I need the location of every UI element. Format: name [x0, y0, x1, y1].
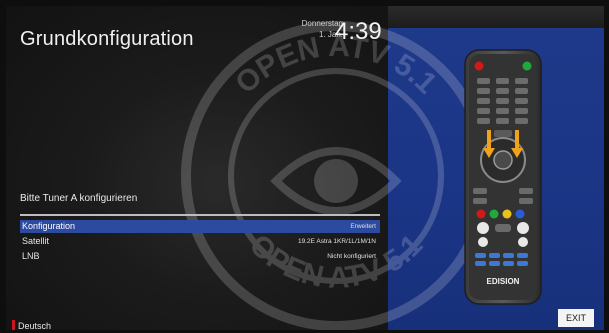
weekday-label: Donnerstag [301, 19, 343, 28]
language-button[interactable]: Deutsch [18, 321, 51, 330]
date-display: Donnerstag 1. Jan. [271, 18, 343, 40]
page-title: Grundkonfiguration [20, 28, 194, 50]
row-value: 19.2E Astra 1KR/1L/1M/1N [297, 238, 376, 245]
config-row-konfiguration[interactable]: Konfiguration Erweitert [20, 220, 380, 233]
row-label: LNB [22, 251, 40, 261]
row-value: Nicht konfiguriert [327, 253, 376, 260]
exit-button[interactable]: EXIT [558, 309, 594, 327]
config-row-satellit[interactable]: Satellit 19.2E Astra 1KR/1L/1M/1N [20, 235, 380, 248]
row-label: Konfiguration [22, 221, 76, 231]
config-row-lnb[interactable]: LNB Nicht konfiguriert [20, 250, 380, 263]
date-label: 1. Jan. [318, 30, 343, 39]
row-label: Satellit [22, 236, 50, 246]
row-value: Erweitert [350, 223, 376, 230]
remote-control-image: EDISION [464, 49, 542, 305]
settings-panel [6, 6, 388, 330]
remote-brand-label: EDISION [487, 277, 520, 286]
red-key-indicator [12, 320, 15, 330]
screen-frame: OPEN ATV 5.1 OPEN ATV 5.1 Grundkonfigura… [6, 6, 604, 330]
separator-line [20, 214, 380, 216]
header-strip [388, 6, 604, 28]
tuner-prompt: Bitte Tuner A konfigurieren [20, 193, 138, 204]
clock: 4:39 [335, 18, 382, 45]
